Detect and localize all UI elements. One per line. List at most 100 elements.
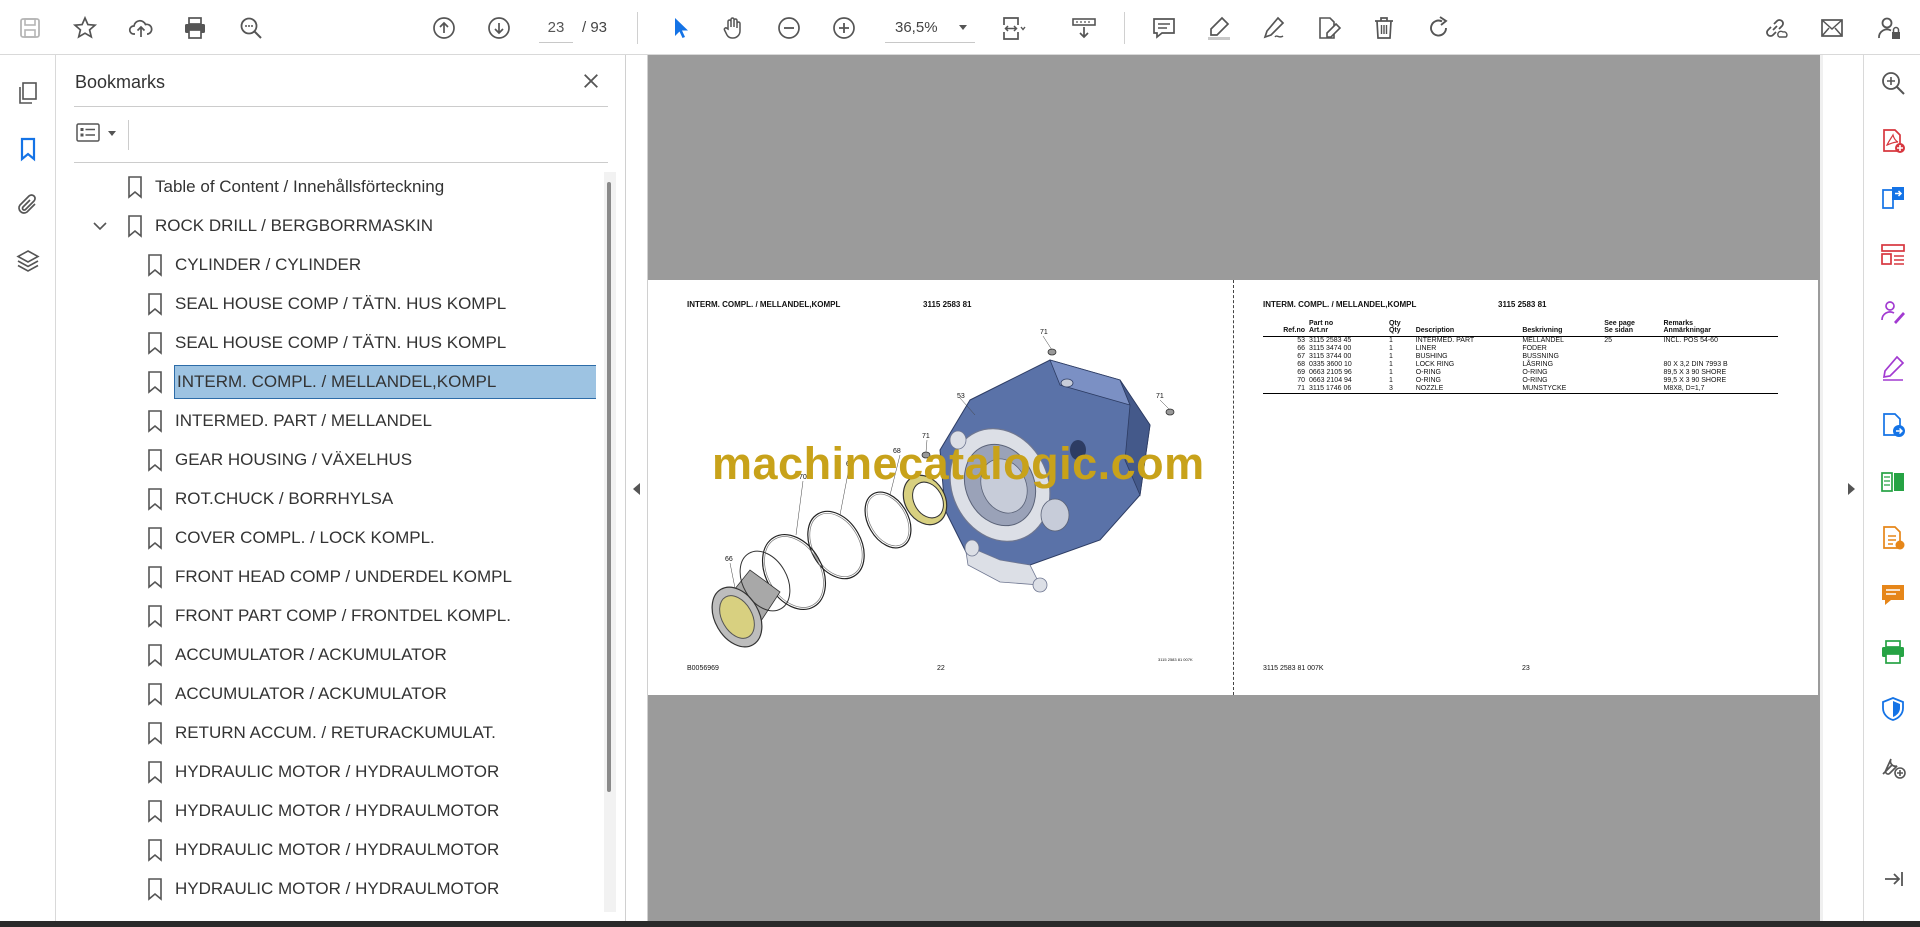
bookmark-item[interactable]: HYDRAULIC MOTOR / HYDRAULMOTOR [146,833,499,867]
previous-page-icon[interactable] [427,11,461,45]
bookmark-label: SEAL HOUSE COMP / TÄTN. HUS KOMPL [175,294,507,313]
parts-table-cell: FODER [1522,345,1547,352]
bookmark-icon [148,566,162,589]
parts-table-row: 71 3115 1746 06 3 NOZZLE MUNSTYCKE M8X8, D=1,… [1263,385,1778,394]
select-cursor-icon[interactable] [663,11,697,45]
close-icon[interactable] [577,67,605,95]
bookmark-icon [148,605,162,628]
bookmark-icon [148,410,162,433]
zoom-dropdown[interactable]: 36,5% [885,13,975,43]
page-number-input[interactable] [539,13,573,43]
send-for-review-icon[interactable] [1877,409,1909,441]
print-icon[interactable] [178,11,212,45]
bookmark-icon [148,878,162,901]
bookmark-item[interactable]: CYLINDER / CYLINDER [146,248,361,282]
parts-table-cell: 1 [1388,369,1393,376]
bookmark-label: HYDRAULIC MOTOR / HYDRAULMOTOR [175,879,500,898]
parts-table-row: 70 0663 2104 94 1 O-RING O-RING 99,5 X 3 90 S… [1263,377,1778,385]
chevron-down-icon[interactable] [92,219,108,233]
upload-cloud-icon[interactable] [124,11,158,45]
bookmark-item[interactable]: FRONT PART COMP / FRONTDEL KOMPL. [146,599,511,633]
bookmark-item[interactable]: ROT.CHUCK / BORRHYLSA [146,482,393,516]
bookmark-item[interactable]: SEAL HOUSE COMP / TÄTN. HUS KOMPL [146,326,506,360]
redo-rotate-icon[interactable] [1422,11,1456,45]
parts-table-cell: 99,5 X 3 90 SHORE [1663,377,1727,384]
bookmark-item[interactable]: GEAR HOUSING / VÄXELHUS [146,443,412,477]
comment-tool-icon[interactable] [1877,579,1909,611]
print-production-icon[interactable] [1877,636,1909,668]
bookmark-label: ROCK DRILL / BERGBORRMASKIN [155,216,434,235]
bookmark-item[interactable]: HYDRAULIC MOTOR / HYDRAULMOTOR [146,872,499,906]
page-thumbnails-icon[interactable] [12,77,44,109]
zoom-search-icon[interactable] [1877,67,1909,99]
layers-icon[interactable] [12,245,44,277]
bookmark-label: FRONT PART COMP / FRONTDEL KOMPL. [175,606,511,625]
bookmark-item[interactable]: INTERM. COMPL. / MELLANDEL,KOMPL [146,365,596,399]
delete-trash-icon[interactable] [1367,11,1401,45]
taskbar-strip [0,921,1920,927]
share-link-icon[interactable] [1758,11,1792,45]
export-pdf-icon[interactable] [1877,182,1909,214]
optimize-pdf-icon[interactable] [1877,522,1909,554]
more-tools-icon[interactable] [1877,750,1909,782]
bookmark-item[interactable]: COVER COMPL. / LOCK KOMPL. [146,521,435,555]
parts-table-header: Qty Qty [1386,320,1414,337]
bookmark-item[interactable]: SEAL HOUSE COMP / TÄTN. HUS KOMPL [146,287,506,321]
left-page-header-title: INTERM. COMPL. / MELLANDEL,KOMPL [687,300,841,309]
protect-shield-icon[interactable] [1877,693,1909,725]
zoom-value: 36,5% [895,19,938,36]
highlight-pen-icon[interactable] [1202,11,1236,45]
fill-sign-icon[interactable] [1877,352,1909,384]
parts-table-cell: 66 [1297,345,1305,352]
bookmark-item[interactable]: FRONT HEAD COMP / UNDERDEL KOMPL [146,560,512,594]
create-pdf-icon[interactable] [1877,125,1909,157]
bookmarks-scrollbar[interactable] [604,172,616,912]
request-signature-icon[interactable] [1877,296,1909,328]
next-page-icon[interactable] [482,11,516,45]
parts-table-cell: M8X8, D=1,7 [1661,385,1778,394]
scroll-mode-icon[interactable] [1067,11,1101,45]
bookmark-item[interactable]: HYDRAULIC MOTOR / HYDRAULMOTOR [146,755,499,789]
bookmark-options-button[interactable] [76,118,120,148]
bookmarks-scrollbar-thumb[interactable] [607,182,611,792]
bookmark-item[interactable]: RETURN ACCUM. / RETURACKUMULAT. [146,716,496,750]
attachments-paperclip-icon[interactable] [12,189,44,221]
watermark-text: machinecatalogic.com [712,438,1205,489]
parts-table-cell: 0663 2104 94 [1309,377,1352,384]
parts-table-cell: INTERMED. PART [1415,337,1475,344]
bookmark-item[interactable]: Table of Content / Innehållsförteckning [126,170,444,204]
compare-files-icon[interactable] [1877,466,1909,498]
edit-text-icon[interactable] [1312,11,1346,45]
draw-pen-icon[interactable] [1257,11,1291,45]
parts-table-cell: 1 [1388,337,1393,344]
parts-table-cell [1602,361,1661,369]
expand-panel-icon[interactable] [1877,863,1909,895]
zoom-out-icon[interactable] [772,11,806,45]
bookmark-icon [148,449,162,472]
bookmarks-icon[interactable] [12,133,44,165]
parts-table-cell: 3115 3744 00 [1309,353,1352,360]
organize-pages-icon[interactable] [1877,239,1909,271]
zoom-in-icon[interactable] [827,11,861,45]
bookmark-item[interactable]: ROCK DRILL / BERGBORRMASKIN [93,209,434,243]
save-icon[interactable] [13,11,47,45]
bookmark-icon [148,761,162,784]
bookmark-label: HYDRAULIC MOTOR / HYDRAULMOTOR [175,762,500,781]
bookmark-item[interactable]: HYDRAULIC MOTOR / HYDRAULMOTOR [146,794,499,828]
star-icon[interactable] [68,11,102,45]
bookmark-label: INTERMED. PART / MELLANDEL [175,411,432,430]
bookmark-item[interactable]: ACCUMULATOR / ACKUMULATOR [146,638,447,672]
account-lock-icon[interactable] [1872,11,1906,45]
bookmark-icon [148,488,162,511]
main-toolbar: / 93 36,5% [0,0,1920,55]
hand-tool-icon[interactable] [716,11,750,45]
page-fit-icon[interactable] [996,11,1030,45]
search-zoom-icon[interactable] [234,11,268,45]
comment-icon[interactable] [1147,11,1181,45]
bookmark-item[interactable]: ACCUMULATOR / ACKUMULATOR [146,677,447,711]
bookmark-item[interactable]: INTERMED. PART / MELLANDEL [146,404,432,438]
collapse-right-panel-handle[interactable] [1823,55,1863,921]
collapse-left-panel-handle[interactable] [626,55,648,921]
bookmark-icon [148,527,162,550]
email-envelope-icon[interactable] [1815,11,1849,45]
